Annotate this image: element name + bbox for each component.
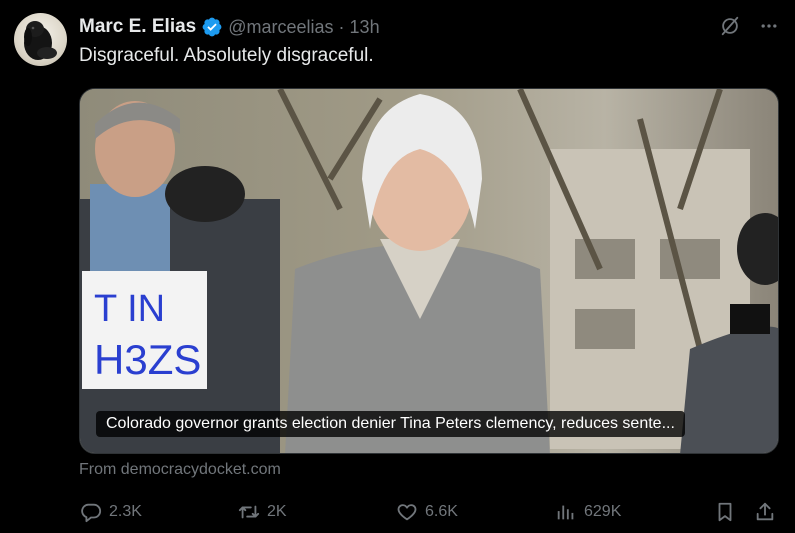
reply-button[interactable]: 2.3K [79, 500, 142, 524]
verified-badge-icon[interactable] [201, 16, 223, 38]
avatar-dog-image [24, 21, 57, 60]
view-count: 629K [584, 503, 622, 520]
tweet-text: Disgraceful. Absolutely disgraceful. [79, 45, 374, 66]
sign-text-line2: H3ZS [94, 336, 201, 383]
share-icon [753, 500, 777, 524]
link-card-title[interactable]: Colorado governor grants election denier… [96, 411, 685, 437]
tweet-action-bar: 2.3K 2K 6.6K 629K [79, 500, 779, 524]
reply-icon [79, 500, 103, 524]
views-icon [554, 500, 578, 524]
like-count: 6.6K [425, 503, 458, 520]
bookmark-button[interactable] [713, 500, 737, 524]
separator-dot: · [338, 16, 345, 37]
sign-text-line1: T IN [94, 288, 165, 330]
like-button[interactable]: 6.6K [395, 500, 458, 524]
timestamp[interactable]: 13h [350, 17, 380, 38]
author-name[interactable]: Marc E. Elias [79, 16, 196, 38]
more-icon[interactable] [759, 16, 779, 36]
repost-count: 2K [267, 503, 287, 520]
avatar[interactable] [14, 13, 67, 66]
author-handle[interactable]: @marceelias [228, 17, 333, 38]
repost-icon [237, 500, 261, 524]
tweet-header: Marc E. Elias @marceelias · 13h [79, 14, 380, 40]
link-card-media[interactable]: T IN H3ZS Colorado governor grants elect… [79, 88, 779, 454]
bookmark-icon [713, 500, 737, 524]
link-source[interactable]: From democracydocket.com [79, 461, 281, 479]
heart-icon [395, 500, 419, 524]
news-photo: T IN H3ZS [80, 89, 778, 453]
reply-count: 2.3K [109, 503, 142, 520]
share-button[interactable] [753, 500, 777, 524]
grok-icon[interactable] [719, 15, 741, 37]
repost-button[interactable]: 2K [237, 500, 287, 524]
views-button[interactable]: 629K [554, 500, 621, 524]
tweet-top-actions [719, 15, 779, 37]
